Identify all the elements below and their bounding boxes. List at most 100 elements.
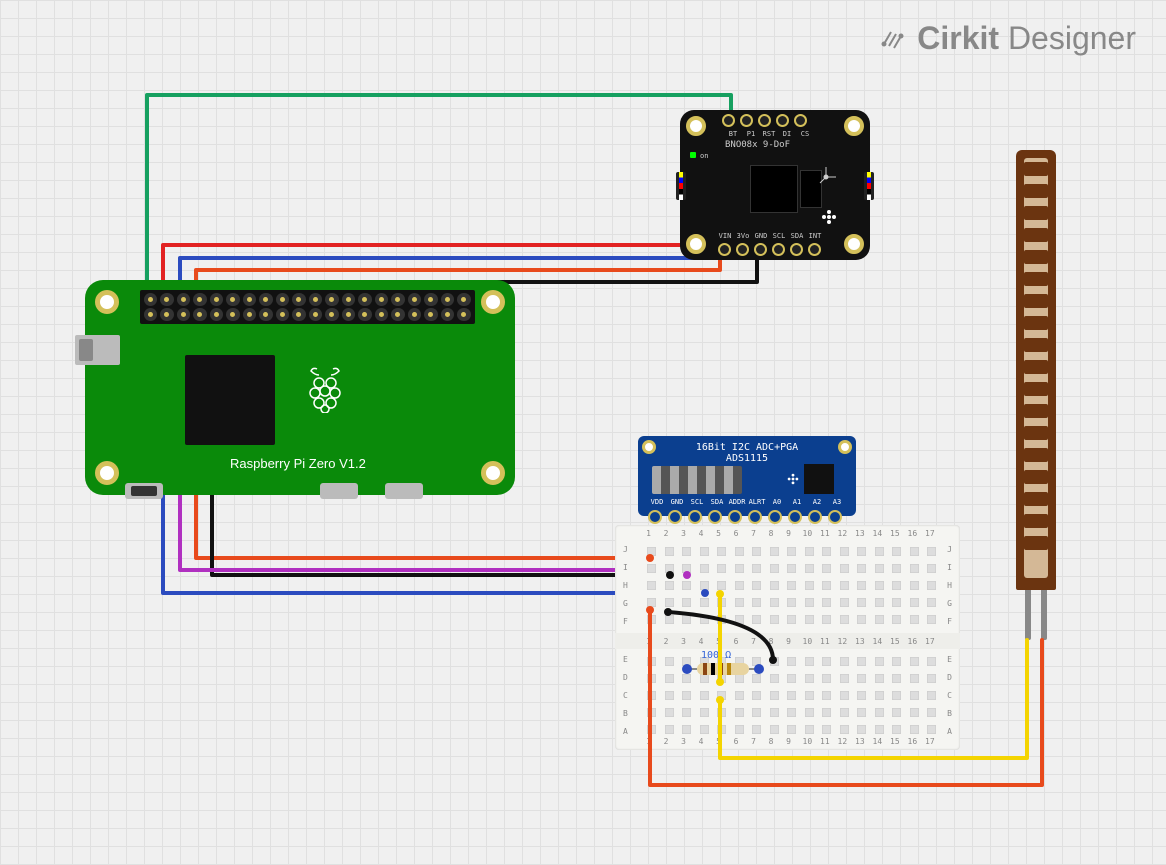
bb-tie-point[interactable] — [770, 564, 779, 573]
bb-tie-point[interactable] — [647, 725, 656, 734]
ads-pin-sda[interactable] — [708, 510, 722, 524]
bb-tie-point[interactable] — [665, 674, 674, 683]
bb-tie-point[interactable] — [822, 657, 831, 666]
bb-tie-point[interactable] — [805, 708, 814, 717]
rpi-gpio-pin[interactable] — [375, 308, 388, 321]
bb-tie-point[interactable] — [682, 547, 691, 556]
bb-tie-point[interactable] — [717, 615, 726, 624]
bb-tie-point[interactable] — [717, 564, 726, 573]
bb-tie-point[interactable] — [857, 564, 866, 573]
bb-tie-point[interactable] — [717, 725, 726, 734]
bb-tie-point[interactable] — [927, 598, 936, 607]
bb-tie-point[interactable] — [840, 725, 849, 734]
bb-tie-point[interactable] — [805, 581, 814, 590]
bb-tie-point[interactable] — [857, 691, 866, 700]
rpi-gpio-pin[interactable] — [144, 308, 157, 321]
rpi-gpio-pin[interactable] — [325, 308, 338, 321]
bno-pin-vin[interactable] — [718, 243, 731, 256]
bb-tie-point[interactable] — [840, 547, 849, 556]
bb-tie-point[interactable] — [735, 674, 744, 683]
bb-tie-point[interactable] — [875, 725, 884, 734]
rpi-gpio-pin[interactable] — [276, 293, 289, 306]
ads-pin-alrt[interactable] — [748, 510, 762, 524]
bb-tie-point[interactable] — [822, 691, 831, 700]
bb-tie-point[interactable] — [892, 547, 901, 556]
bno-pin-rst[interactable] — [758, 114, 771, 127]
component-bno08x[interactable]: BTP1RSTDICS BNO08x 9-DoF on VIN3VoGNDSCL… — [680, 110, 870, 260]
bb-tie-point[interactable] — [770, 674, 779, 683]
bb-tie-point[interactable] — [787, 657, 796, 666]
bb-tie-point[interactable] — [927, 564, 936, 573]
bb-tie-point[interactable] — [787, 725, 796, 734]
bb-tie-point[interactable] — [805, 657, 814, 666]
bb-tie-point[interactable] — [892, 691, 901, 700]
bb-tie-point[interactable] — [892, 708, 901, 717]
bb-tie-point[interactable] — [735, 564, 744, 573]
bb-tie-point[interactable] — [892, 657, 901, 666]
bb-tie-point[interactable] — [805, 691, 814, 700]
bb-tie-point[interactable] — [910, 674, 919, 683]
bb-tie-point[interactable] — [822, 708, 831, 717]
bb-tie-point[interactable] — [787, 598, 796, 607]
bb-tie-point[interactable] — [927, 657, 936, 666]
bb-tie-point[interactable] — [682, 598, 691, 607]
bb-tie-point[interactable] — [892, 564, 901, 573]
bno-pin-p1[interactable] — [740, 114, 753, 127]
rpi-gpio-pin[interactable] — [358, 293, 371, 306]
rpi-gpio-pin[interactable] — [292, 293, 305, 306]
bb-top-section[interactable] — [643, 543, 941, 628]
bb-tie-point[interactable] — [910, 615, 919, 624]
bb-tie-point[interactable] — [752, 725, 761, 734]
component-resistor[interactable] — [687, 663, 759, 675]
bb-tie-point[interactable] — [805, 598, 814, 607]
rpi-gpio-pin[interactable] — [144, 293, 157, 306]
rpi-gpio-pin[interactable] — [210, 308, 223, 321]
bb-tie-point[interactable] — [700, 725, 709, 734]
bb-tie-point[interactable] — [665, 547, 674, 556]
rpi-gpio-pin[interactable] — [177, 308, 190, 321]
bb-tie-point[interactable] — [735, 598, 744, 607]
bb-tie-point[interactable] — [840, 708, 849, 717]
bb-tie-point[interactable] — [770, 547, 779, 556]
rpi-gpio-pin[interactable] — [177, 293, 190, 306]
rpi-gpio-pin[interactable] — [226, 293, 239, 306]
rpi-gpio-pin[interactable] — [243, 293, 256, 306]
bb-tie-point[interactable] — [840, 615, 849, 624]
rpi-gpio-pin[interactable] — [441, 308, 454, 321]
rpi-gpio-pin[interactable] — [193, 308, 206, 321]
bb-tie-point[interactable] — [647, 657, 656, 666]
rpi-gpio-pin[interactable] — [342, 308, 355, 321]
rpi-gpio-pin[interactable] — [193, 293, 206, 306]
bb-tie-point[interactable] — [682, 691, 691, 700]
rpi-gpio-pin[interactable] — [259, 293, 272, 306]
bb-tie-point[interactable] — [857, 657, 866, 666]
bb-tie-point[interactable] — [910, 708, 919, 717]
bb-tie-point[interactable] — [682, 615, 691, 624]
rpi-gpio-pin[interactable] — [309, 308, 322, 321]
bb-tie-point[interactable] — [910, 657, 919, 666]
bb-tie-point[interactable] — [700, 708, 709, 717]
bno-pin-scl[interactable] — [772, 243, 785, 256]
bb-tie-point[interactable] — [787, 547, 796, 556]
bb-tie-point[interactable] — [700, 691, 709, 700]
bb-tie-point[interactable] — [910, 581, 919, 590]
ads-pin-a3[interactable] — [828, 510, 842, 524]
bb-tie-point[interactable] — [840, 657, 849, 666]
bb-tie-point[interactable] — [840, 598, 849, 607]
ads-pin-a0[interactable] — [768, 510, 782, 524]
bb-tie-point[interactable] — [840, 581, 849, 590]
bb-tie-point[interactable] — [927, 674, 936, 683]
rpi-gpio-header[interactable] — [140, 290, 475, 324]
bno-top-pin-row[interactable] — [722, 114, 807, 127]
bb-tie-point[interactable] — [822, 581, 831, 590]
bb-tie-point[interactable] — [735, 615, 744, 624]
bb-tie-point[interactable] — [875, 581, 884, 590]
bb-tie-point[interactable] — [700, 581, 709, 590]
bb-tie-point[interactable] — [857, 598, 866, 607]
bb-tie-point[interactable] — [875, 691, 884, 700]
bb-tie-point[interactable] — [682, 708, 691, 717]
ads-pin-a1[interactable] — [788, 510, 802, 524]
bb-tie-point[interactable] — [770, 598, 779, 607]
bb-tie-point[interactable] — [665, 581, 674, 590]
bb-tie-point[interactable] — [770, 708, 779, 717]
